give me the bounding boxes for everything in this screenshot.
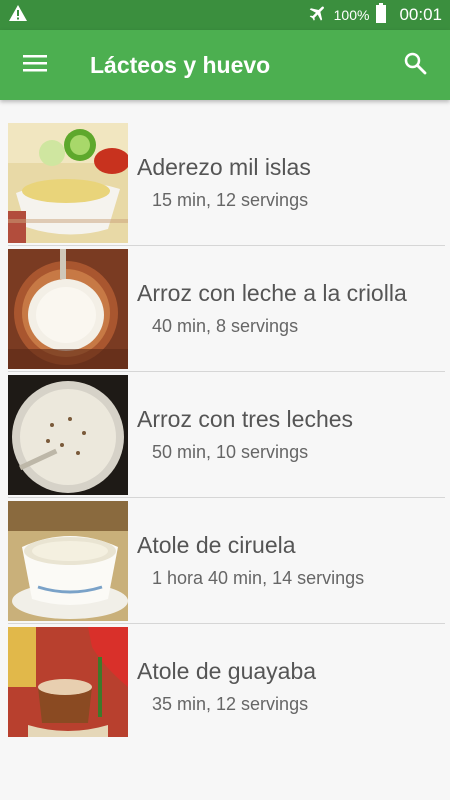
recipe-list: Aderezo mil islas 15 min, 12 servings Ar… [0,120,450,737]
recipe-list-item[interactable]: Arroz con leche a la criolla 40 min, 8 s… [0,246,450,372]
recipe-meta: 50 min, 10 servings [152,442,309,462]
status-bar: 100% 00:01 [0,0,450,30]
recipe-list-item[interactable]: Arroz con tres leches 50 min, 10 serving… [0,372,450,498]
menu-icon [23,54,47,77]
recipe-thumbnail [8,249,128,369]
recipe-name: Arroz con leche a la criolla [137,280,407,306]
recipe-thumbnail [8,375,128,495]
recipe-name: Arroz con tres leches [137,406,354,432]
recipe-meta: 40 min, 8 servings [152,316,299,336]
recipe-thumbnail [8,123,128,243]
recipe-list-item[interactable]: Atole de guayaba 35 min, 12 servings [0,624,450,737]
page-title: Lácteos y huevo [90,51,271,78]
clock: 00:01 [399,5,442,24]
search-icon [403,51,427,80]
recipe-meta: 35 min, 12 servings [152,694,309,714]
battery-icon [375,3,387,27]
recipe-name: Atole de ciruela [137,532,296,558]
recipe-name: Atole de guayaba [137,658,317,684]
menu-button[interactable] [0,30,70,100]
recipe-meta: 15 min, 12 servings [152,190,309,210]
recipe-thumbnail [8,501,128,621]
recipe-list-item[interactable]: Aderezo mil islas 15 min, 12 servings [0,120,450,246]
airplane-mode-icon [308,3,328,27]
battery-percentage: 100% [333,7,370,23]
app-bar: Lácteos y huevo [0,30,450,100]
recipe-meta: 1 hora 40 min, 14 servings [152,568,365,588]
recipe-thumbnail [8,627,128,737]
recipe-name: Aderezo mil islas [137,154,311,180]
search-button[interactable] [380,30,450,100]
recipe-list-item[interactable]: Atole de ciruela 1 hora 40 min, 14 servi… [0,498,450,624]
warning-icon [8,4,28,27]
